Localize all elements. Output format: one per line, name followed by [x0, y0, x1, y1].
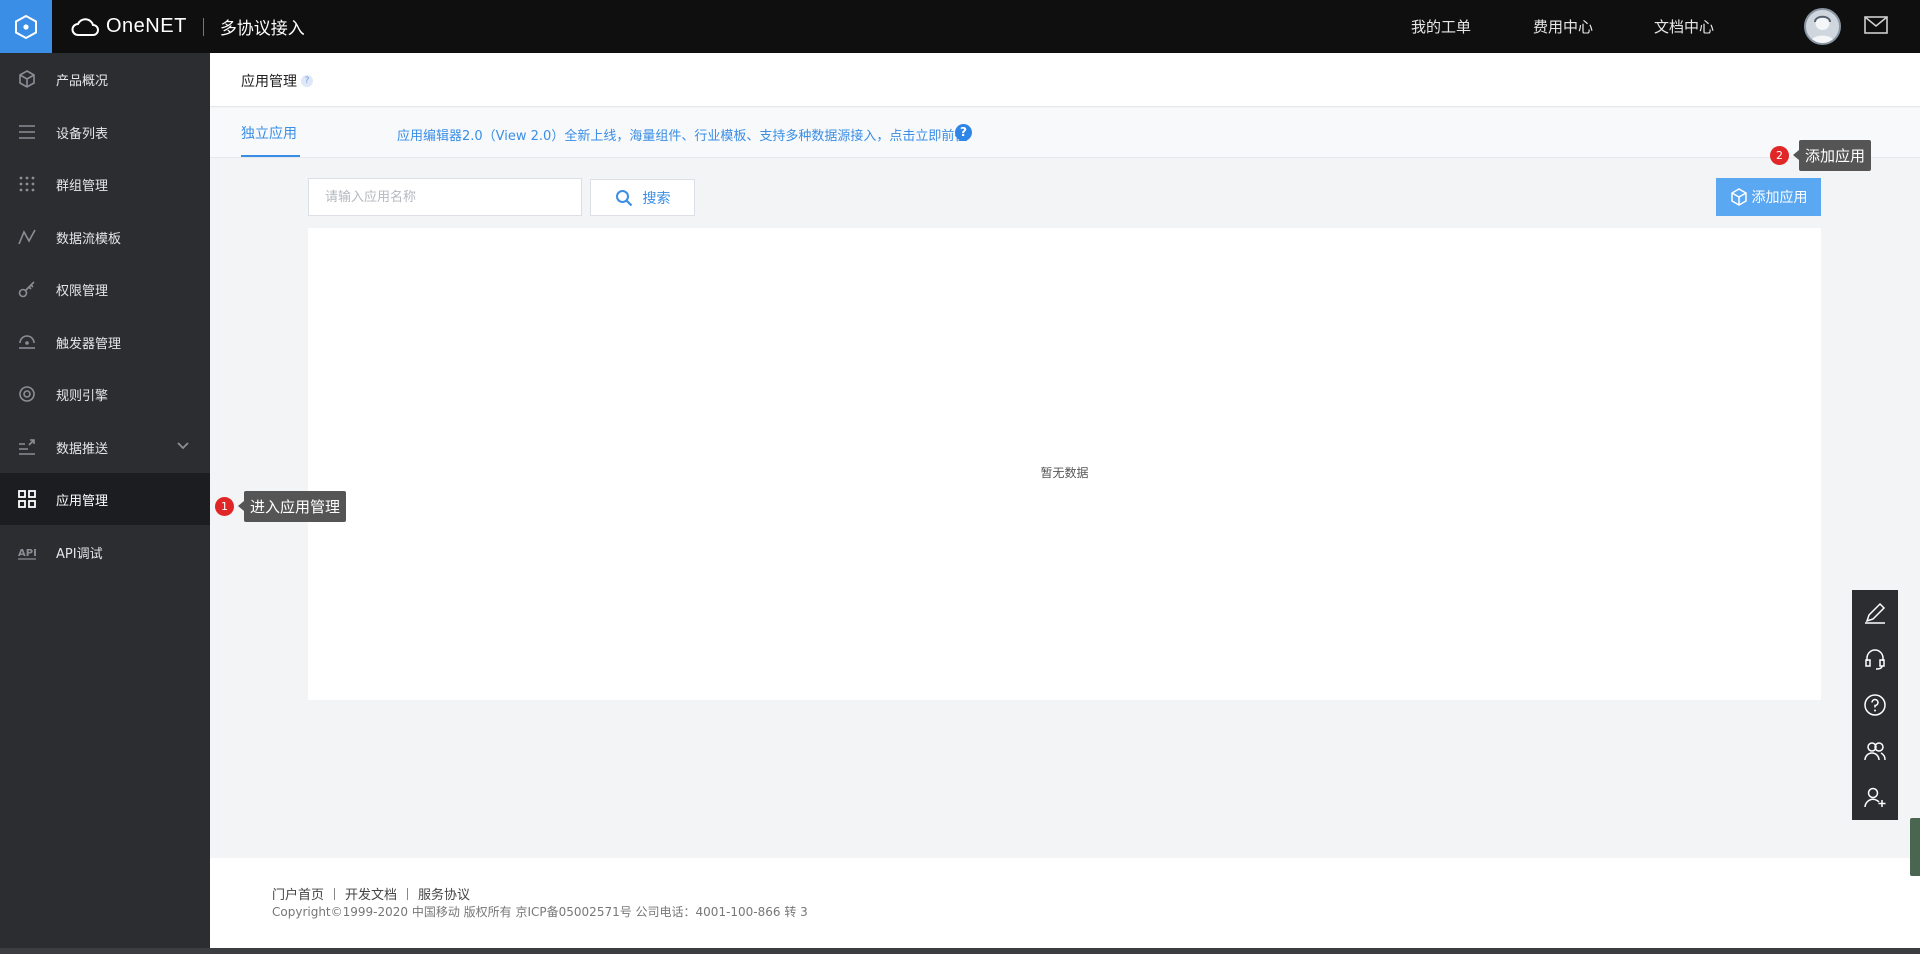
- brand-divider: [202, 17, 204, 36]
- sidebar-item-group-management[interactable]: 群组管理: [0, 158, 210, 210]
- brand[interactable]: OneNET 多协议接入: [70, 0, 305, 53]
- tab-standalone-apps[interactable]: 独立应用: [241, 123, 297, 143]
- step-badge-1: 1: [215, 497, 234, 516]
- brand-name: OneNET: [106, 15, 187, 37]
- footer-link-service-agreement[interactable]: 服务协议: [418, 884, 470, 903]
- floating-toolbar: [1852, 590, 1898, 820]
- copyright-text: Copyright©1999-2020 中国移动 版权所有 京ICP备05002…: [272, 905, 808, 919]
- footer: 门户首页 开发文档 服务协议 Copyright©1999-2020 中国移动 …: [210, 858, 1920, 948]
- sidebar-item-api-debug[interactable]: API API调试: [0, 526, 210, 578]
- brand-subtitle: 多协议接入: [219, 19, 305, 39]
- search-button-label: 搜索: [642, 190, 671, 207]
- sidebar-item-label: 触发器管理: [56, 336, 122, 352]
- sidebar-item-label: 应用管理: [56, 493, 109, 509]
- footer-link-portal-home[interactable]: 门户首页: [272, 884, 324, 903]
- nav-my-tickets[interactable]: 我的工单: [1411, 0, 1471, 53]
- user-avatar-icon: [1810, 15, 1835, 43]
- side-drawer-handle[interactable]: [1910, 818, 1920, 876]
- page-header: 应用管理 ?: [210, 53, 1920, 107]
- help-icon[interactable]: ?: [301, 75, 313, 87]
- add-app-button-label: 添加应用: [1751, 190, 1808, 206]
- search-button[interactable]: 搜索: [590, 179, 695, 216]
- customer-service-button[interactable]: [1852, 636, 1898, 682]
- page-title: 应用管理: [241, 74, 297, 90]
- sidebar-item-label: 数据流模板: [56, 231, 122, 247]
- step-badge-2: 2: [1770, 146, 1789, 165]
- sidebar-item-label: 数据推送: [56, 441, 109, 457]
- sidebar-item-trigger-management[interactable]: 触发器管理: [0, 316, 210, 368]
- cloud-logo-icon: [71, 17, 99, 36]
- empty-state-text: 暂无数据: [1040, 466, 1089, 480]
- help-circle-icon: [1864, 694, 1886, 716]
- apps-icon: [18, 490, 36, 508]
- hexagon-logo-icon: [15, 14, 37, 39]
- svg-text:API: API: [18, 548, 36, 559]
- sidebar-item-rule-engine[interactable]: 规则引擎: [0, 368, 210, 420]
- taskbar-strip: [0, 948, 1920, 954]
- tab-bar: 独立应用 应用编辑器2.0（View 2.0）全新上线，海量组件、行业模板、支持…: [210, 108, 1920, 158]
- mail-button[interactable]: [1864, 16, 1888, 38]
- help-button[interactable]: [1852, 682, 1898, 728]
- guide-tooltip-add-app: 添加应用: [1792, 140, 1872, 171]
- sidebar-item-label: API调试: [56, 546, 103, 562]
- mail-icon: [1864, 16, 1888, 34]
- active-tab-indicator: [241, 155, 300, 157]
- key-icon: [18, 281, 35, 298]
- nav-docs-center[interactable]: 文档中心: [1654, 0, 1714, 53]
- sidebar-item-label: 群组管理: [56, 178, 109, 194]
- guide-tooltip-enter-app-management: 进入应用管理: [237, 491, 347, 522]
- app-name-search-input[interactable]: [308, 178, 582, 216]
- home-logo-button[interactable]: [0, 0, 52, 53]
- cube-icon: [1730, 188, 1747, 206]
- list-icon: [19, 125, 35, 139]
- chevron-down-icon[interactable]: [176, 441, 190, 451]
- sidebar-item-product-overview[interactable]: 产品概况: [0, 53, 210, 105]
- view2-promo-link[interactable]: 应用编辑器2.0（View 2.0）全新上线，海量组件、行业模板、支持多种数据源…: [397, 125, 967, 144]
- cube-icon: [19, 70, 35, 88]
- headset-icon: [1865, 649, 1885, 670]
- trigger-icon: [19, 335, 35, 349]
- sidebar-item-permission-management[interactable]: 权限管理: [0, 263, 210, 315]
- search-icon: [615, 189, 632, 206]
- user-avatar[interactable]: [1804, 8, 1841, 45]
- app-list-panel: 暂无数据: [308, 228, 1821, 700]
- push-icon: [19, 439, 35, 455]
- sidebar-item-label: 设备列表: [56, 126, 109, 142]
- register-button[interactable]: [1852, 774, 1898, 820]
- add-user-icon: [1864, 787, 1886, 808]
- feedback-button[interactable]: [1852, 590, 1898, 636]
- sidebar-item-device-list[interactable]: 设备列表: [0, 106, 210, 158]
- grid-dots-icon: [19, 176, 35, 192]
- sidebar-item-app-management[interactable]: 应用管理: [0, 473, 210, 525]
- sidebar-item-label: 产品概况: [56, 73, 109, 89]
- target-icon: [19, 386, 35, 402]
- add-app-button[interactable]: 添加应用: [1716, 178, 1821, 216]
- line-chart-icon: [18, 229, 36, 245]
- sidebar: 产品概况 设备列表 群组管理 数据流模板 权限管理 触发器管理 规则引擎 数据推…: [0, 53, 210, 954]
- footer-link-dev-docs[interactable]: 开发文档: [345, 884, 397, 903]
- footer-divider: [407, 887, 409, 900]
- sidebar-item-datastream-template[interactable]: 数据流模板: [0, 211, 210, 263]
- edit-icon: [1865, 602, 1886, 624]
- nav-billing-center[interactable]: 费用中心: [1533, 0, 1593, 53]
- sidebar-item-data-push[interactable]: 数据推送: [0, 421, 210, 473]
- api-icon: API: [18, 548, 36, 560]
- sidebar-item-label: 规则引擎: [56, 388, 109, 404]
- footer-divider: [334, 887, 336, 900]
- community-button[interactable]: [1852, 728, 1898, 774]
- users-icon: [1864, 742, 1886, 761]
- sidebar-item-label: 权限管理: [56, 283, 109, 299]
- footer-links: 门户首页 开发文档 服务协议: [272, 884, 470, 903]
- question-circle-icon[interactable]: ?: [955, 124, 972, 141]
- top-bar: OneNET 多协议接入 我的工单 费用中心 文档中心: [0, 0, 1920, 53]
